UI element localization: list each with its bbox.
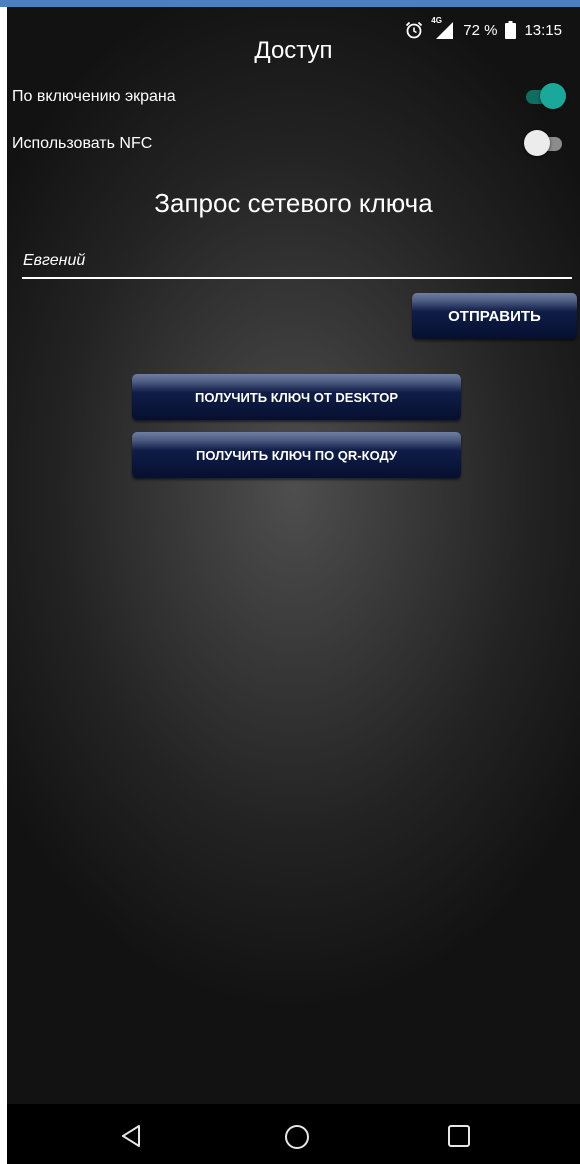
home-icon[interactable] [284, 1124, 310, 1155]
navigation-bar [7, 1104, 580, 1164]
app-title: Доступ [254, 37, 333, 64]
recents-icon[interactable] [447, 1124, 471, 1153]
name-input[interactable] [22, 245, 572, 279]
screen-on-toggle[interactable] [524, 83, 566, 111]
clock: 13:15 [524, 21, 562, 39]
battery-percent: 72 % [463, 21, 498, 39]
nfc-toggle[interactable] [524, 130, 564, 158]
toggle-thumb [524, 130, 550, 156]
setting-screen-on-label: По включению экрана [12, 88, 176, 105]
get-key-desktop-button[interactable]: ПОЛУЧИТЬ КЛЮЧ ОТ DESKTOP [132, 374, 461, 420]
send-button[interactable]: ОТПРАВИТЬ [412, 293, 577, 339]
key-request-title: Запрос сетевого ключа [154, 188, 433, 218]
toggle-thumb [540, 83, 566, 109]
setting-screen-on: По включению экрана [7, 81, 580, 113]
app-screen: 4G 72 % 13:15 Доступ По включению экрана… [7, 7, 580, 1104]
back-icon[interactable] [120, 1124, 142, 1153]
setting-nfc-label: Использовать NFC [12, 135, 153, 152]
get-key-qr-button[interactable]: ПОЛУЧИТЬ КЛЮЧ ПО QR-КОДУ [132, 432, 461, 478]
window-top-border [0, 0, 580, 7]
setting-nfc: Использовать NFC [7, 128, 580, 160]
